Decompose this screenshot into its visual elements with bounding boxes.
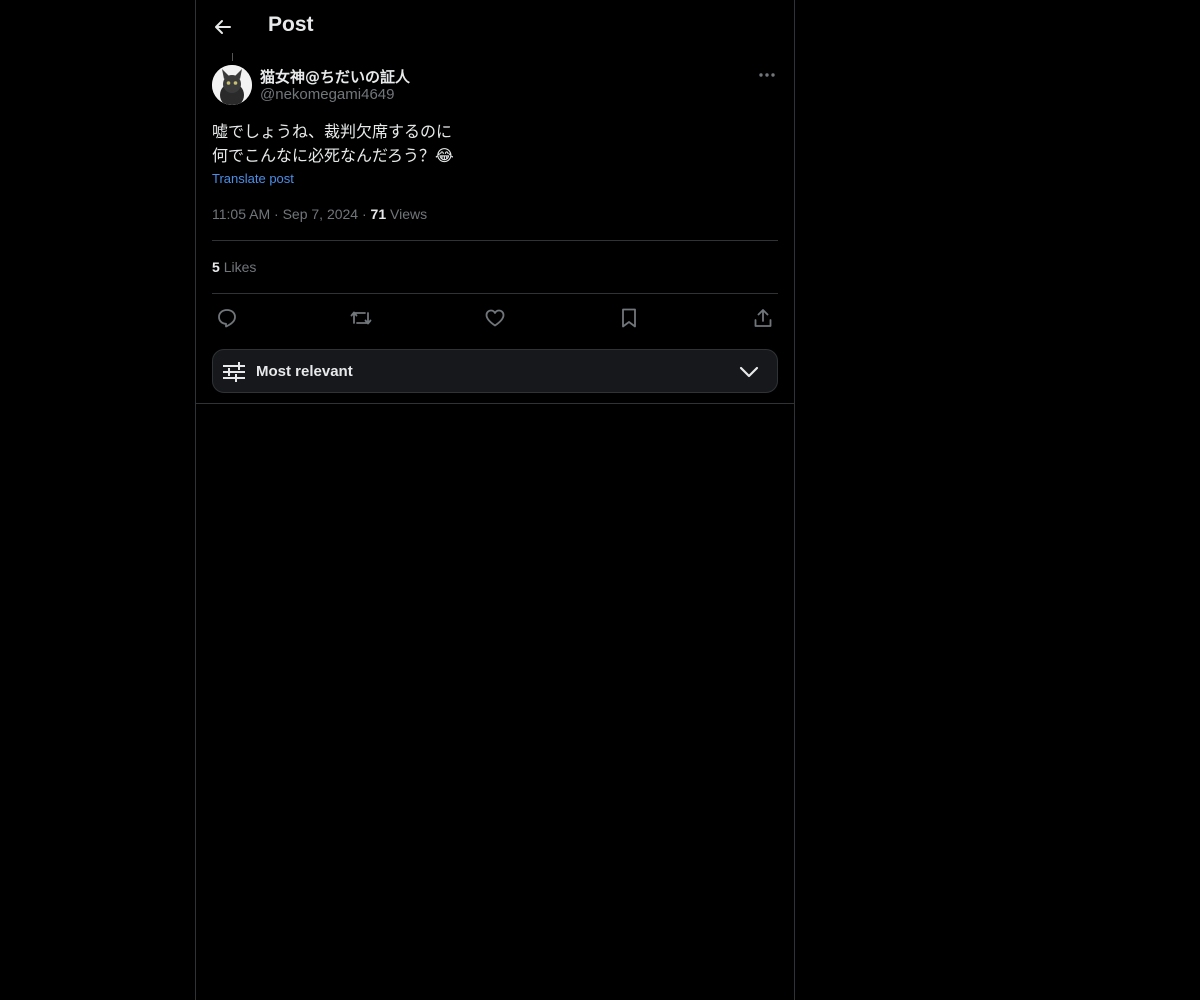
repost-button[interactable] <box>346 305 376 331</box>
translate-post-link[interactable]: Translate post <box>212 171 294 186</box>
chevron-down-icon <box>739 363 759 381</box>
meta-separator: · <box>274 206 283 222</box>
sort-label: Most relevant <box>256 363 353 380</box>
likes-count: 5 <box>212 259 220 275</box>
reply-button[interactable] <box>212 305 242 331</box>
post-author: 猫女神@ちだいの証人 @nekomegami4649 <box>212 65 778 107</box>
more-dots-icon <box>759 72 775 78</box>
sliders-icon <box>223 361 245 383</box>
page-header: Post <box>196 0 794 53</box>
like-button[interactable] <box>480 305 510 331</box>
back-button[interactable] <box>210 12 236 42</box>
views-label: Views <box>390 206 428 222</box>
bookmark-button[interactable] <box>614 305 644 331</box>
avatar[interactable] <box>212 65 252 105</box>
more-options-button[interactable] <box>756 65 778 85</box>
page-title: Post <box>268 13 314 36</box>
post-actions <box>212 305 778 331</box>
repost-icon <box>349 307 373 329</box>
meta-separator: · <box>361 206 371 222</box>
bookmark-icon <box>619 307 639 329</box>
thread-connector-line <box>232 53 233 61</box>
post-meta: 11:05 AM · Sep 7, 2024 · 71 Views <box>212 206 427 222</box>
post-text: 嘘でしょうね、裁判欠席するのに 何でこんなに必死なんだろう？😂 <box>212 122 454 165</box>
post-date[interactable]: Sep 7, 2024 <box>283 206 359 222</box>
share-icon <box>752 307 774 329</box>
author-handle[interactable]: @nekomegami4649 <box>260 86 394 103</box>
views-count: 71 <box>370 206 387 222</box>
post-time[interactable]: 11:05 AM <box>212 206 270 222</box>
back-arrow-icon <box>213 17 233 37</box>
primary-column: Post 猫女神@ちだいの証人 @nekomegami4649 嘘でしょうね、裁… <box>195 0 795 1000</box>
reply-icon <box>216 307 238 329</box>
divider <box>212 240 778 241</box>
share-button[interactable] <box>748 305 778 331</box>
author-display-name[interactable]: 猫女神@ちだいの証人 <box>260 66 410 87</box>
divider <box>196 403 794 404</box>
likes-stat[interactable]: 5 Likes <box>212 259 256 275</box>
divider <box>212 293 778 294</box>
reply-sort-dropdown[interactable]: Most relevant <box>212 349 778 393</box>
likes-label: Likes <box>223 259 257 275</box>
heart-icon <box>484 307 506 329</box>
